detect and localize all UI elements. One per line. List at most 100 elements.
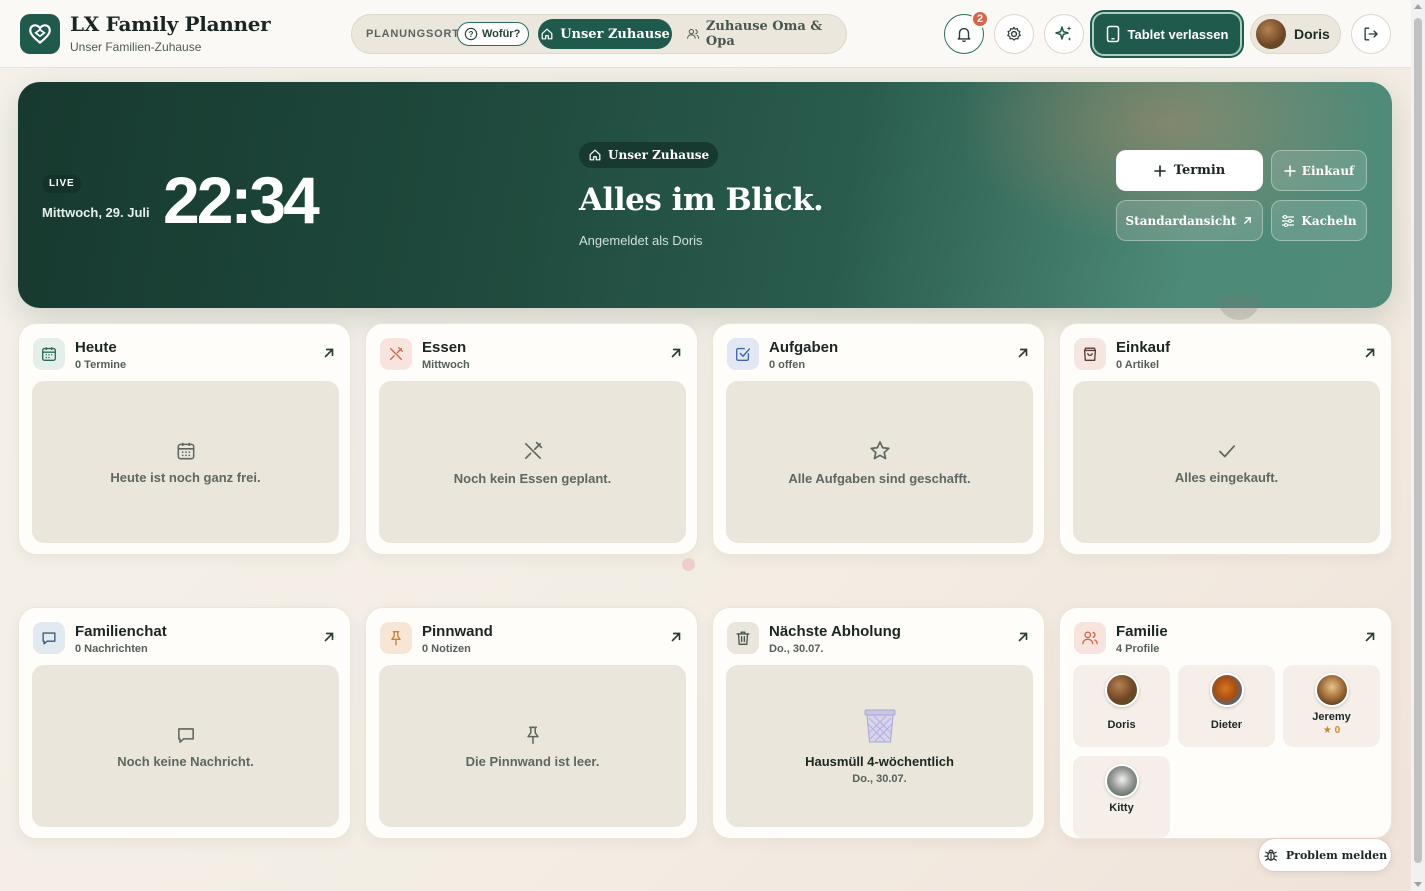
avatar (1256, 19, 1286, 49)
card-familienchat[interactable]: Familienchat 0 Nachrichten Noch keine Na… (18, 607, 351, 839)
card-abholung-icon-wrap (727, 622, 759, 654)
family-profile-doris[interactable]: Doris (1073, 665, 1170, 747)
card-pinnwand-empty: Die Pinnwand ist leer. (465, 753, 600, 769)
card-essen-meta: Mittwoch (422, 359, 470, 371)
shopping-bag-icon (1083, 347, 1097, 361)
tab-zuhause-oma-opa[interactable]: Zuhause Oma & Opa (686, 19, 836, 49)
tab-zuhause-oma-opa-label: Zuhause Oma & Opa (705, 19, 823, 49)
family-member-name: Jeremy (1312, 711, 1351, 723)
open-arrow-icon[interactable] (322, 346, 336, 360)
page-scrollbar[interactable] (1411, 0, 1425, 891)
app-title: LX Family Planner (70, 12, 271, 36)
family-profile-jeremy[interactable]: Jeremy ★ 0 (1283, 665, 1380, 747)
checkbox-icon (736, 347, 751, 361)
plus-icon (1153, 164, 1166, 177)
tiles-button[interactable]: Kacheln (1271, 200, 1367, 241)
stars-count: 0 (1334, 725, 1341, 736)
tab-unser-zuhause[interactable]: Unser Zuhause (538, 19, 672, 49)
open-arrow-icon[interactable] (1363, 630, 1377, 644)
sliders-icon (1282, 214, 1295, 227)
home-icon (541, 28, 553, 40)
card-abholung-title: Nächste Abholung (769, 623, 901, 640)
card-essen[interactable]: Essen Mittwoch Noch kein Essen geplant. (365, 323, 698, 555)
open-arrow-icon[interactable] (322, 630, 336, 644)
check-icon (1218, 444, 1235, 457)
hero-title: Alles im Blick. (579, 182, 824, 218)
leave-tablet-button[interactable]: Tablet verlassen (1092, 12, 1242, 56)
avatar (1104, 673, 1139, 707)
family-profile-dieter[interactable]: Dieter (1178, 665, 1275, 747)
card-essen-body: Noch kein Essen geplant. (379, 381, 686, 543)
card-essen-title: Essen (422, 339, 467, 356)
decor-dot (1218, 296, 1260, 320)
card-heute[interactable]: Heute 0 Termine Heute ist noch ganz frei… (18, 323, 351, 555)
user-menu[interactable]: Doris (1250, 14, 1341, 54)
report-problem-button[interactable]: Problem melden (1258, 838, 1392, 872)
utensils-crossed-icon (524, 441, 542, 459)
scrollbar-thumb[interactable] (1414, 18, 1422, 863)
logout-button[interactable] (1351, 14, 1391, 54)
scroll-up-icon[interactable] (1414, 4, 1422, 9)
card-chat-icon-wrap (33, 622, 65, 654)
app-logo[interactable] (20, 14, 60, 54)
open-arrow-icon[interactable] (1016, 346, 1030, 360)
add-shopping-button[interactable]: Einkauf (1271, 150, 1367, 191)
card-familie-meta: 4 Profile (1116, 643, 1160, 655)
logged-in-as: Angemeldet als Doris (579, 233, 703, 248)
decor-dot (682, 558, 695, 571)
why-button[interactable]: ? Wofür? (457, 22, 530, 46)
card-aufgaben-icon-wrap (727, 338, 759, 370)
avatar (1314, 673, 1349, 707)
family-member-name: Dieter (1210, 719, 1243, 731)
open-arrow-icon[interactable] (669, 630, 683, 644)
card-pinnwand-title: Pinnwand (422, 623, 493, 640)
card-essen-empty: Noch kein Essen geplant. (453, 470, 612, 486)
current-place-label: Unser Zuhause (608, 148, 710, 162)
settings-button[interactable] (994, 14, 1034, 54)
tablet-icon (1106, 25, 1119, 43)
notifications-count-badge: 2 (971, 10, 989, 28)
card-einkauf-empty: Alles eingekauft. (1174, 469, 1279, 485)
sparkles-icon (1055, 26, 1072, 41)
card-pinnwand-body: Die Pinnwand ist leer. (379, 665, 686, 827)
leave-tablet-label: Tablet verlassen (1127, 26, 1229, 42)
card-pinnwand-meta: 0 Notizen (422, 643, 471, 655)
card-einkauf-meta: 0 Artikel (1116, 359, 1160, 371)
card-einkauf[interactable]: Einkauf 0 Artikel Alles eingekauft. (1059, 323, 1392, 555)
open-arrow-icon[interactable] (1016, 630, 1030, 644)
user-name: Doris (1294, 26, 1330, 42)
card-heute-meta: 0 Termine (75, 359, 127, 371)
card-familie-title: Familie (1116, 623, 1168, 640)
ai-assistant-button[interactable] (1044, 14, 1084, 54)
current-place-chip: Unser Zuhause (579, 142, 719, 168)
svg-text:?: ? (469, 30, 474, 39)
add-appointment-label: Termin (1173, 163, 1226, 178)
standard-view-button[interactable]: Standardansicht (1116, 200, 1263, 241)
card-pinnwand-icon-wrap (380, 622, 412, 654)
add-appointment-button[interactable]: Termin (1116, 150, 1263, 191)
card-chat-empty: Noch keine Nachricht. (117, 753, 254, 769)
family-profile-kitty[interactable]: Kitty (1073, 756, 1170, 838)
scroll-down-icon[interactable] (1414, 882, 1422, 887)
open-arrow-icon[interactable] (1363, 346, 1377, 360)
add-shopping-label: Einkauf (1301, 163, 1355, 178)
open-arrow-icon[interactable] (669, 346, 683, 360)
standard-view-label: Standardansicht (1125, 213, 1237, 228)
app-subtitle: Unser Familien-Zuhause (70, 40, 202, 54)
card-aufgaben-body: Alle Aufgaben sind geschafft. (726, 381, 1033, 543)
card-naechste-abholung[interactable]: Nächste Abholung Do., 30.07. Hausmüll 4-… (712, 607, 1045, 839)
card-familie[interactable]: Familie 4 Profile Doris Dieter Jeremy ★ … (1059, 607, 1392, 839)
star-icon (869, 440, 890, 459)
card-pinnwand[interactable]: Pinnwand 0 Notizen Die Pinnwand ist leer… (365, 607, 698, 839)
hero-banner: LIVE Mittwoch, 29. Juli 22:34 Unser Zuha… (18, 82, 1392, 308)
top-header: LX Family Planner Unser Familien-Zuhause… (0, 0, 1411, 68)
family-member-name: Kitty (1109, 802, 1134, 814)
avatar (1209, 673, 1244, 707)
users-icon (1082, 631, 1098, 645)
card-heute-icon-wrap (33, 338, 65, 370)
avatar (1104, 764, 1139, 798)
live-badge: LIVE (42, 175, 82, 193)
external-arrow-icon (1244, 217, 1252, 224)
card-aufgaben-empty: Alle Aufgaben sind geschafft. (788, 470, 971, 486)
card-aufgaben[interactable]: Aufgaben 0 offen Alle Aufgaben sind gesc… (712, 323, 1045, 555)
